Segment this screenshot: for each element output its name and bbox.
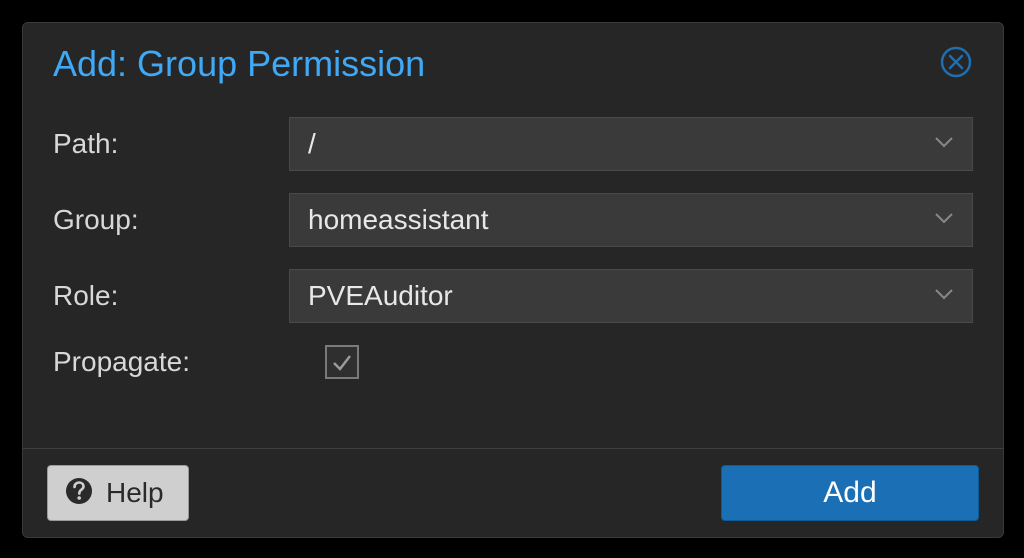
role-select[interactable]: PVEAuditor — [289, 269, 973, 323]
checkmark-icon — [331, 351, 353, 373]
path-value: / — [308, 128, 316, 160]
help-icon — [64, 476, 94, 511]
group-permission-dialog: Add: Group Permission Path: / Group: hom… — [22, 22, 1004, 538]
path-row: Path: / — [53, 117, 973, 171]
group-select[interactable]: homeassistant — [289, 193, 973, 247]
close-icon — [940, 46, 972, 78]
help-button[interactable]: Help — [47, 465, 189, 521]
chevron-down-icon — [934, 211, 954, 229]
group-label: Group: — [53, 204, 289, 236]
path-label: Path: — [53, 128, 289, 160]
dialog-title: Add: Group Permission — [53, 43, 425, 85]
add-button[interactable]: Add — [721, 465, 979, 521]
chevron-down-icon — [934, 287, 954, 305]
group-value: homeassistant — [308, 204, 489, 236]
path-select[interactable]: / — [289, 117, 973, 171]
role-value: PVEAuditor — [308, 280, 453, 312]
dialog-body: Path: / Group: homeassistant Role: PVEAu… — [23, 93, 1003, 448]
dialog-header: Add: Group Permission — [23, 23, 1003, 93]
help-button-label: Help — [106, 477, 164, 509]
chevron-down-icon — [934, 135, 954, 153]
group-row: Group: homeassistant — [53, 193, 973, 247]
close-button[interactable] — [939, 45, 973, 79]
propagate-label: Propagate: — [53, 346, 289, 378]
add-button-label: Add — [823, 476, 876, 510]
propagate-row: Propagate: — [53, 345, 973, 379]
role-label: Role: — [53, 280, 289, 312]
propagate-checkbox[interactable] — [325, 345, 359, 379]
dialog-footer: Help Add — [23, 448, 1003, 537]
role-row: Role: PVEAuditor — [53, 269, 973, 323]
